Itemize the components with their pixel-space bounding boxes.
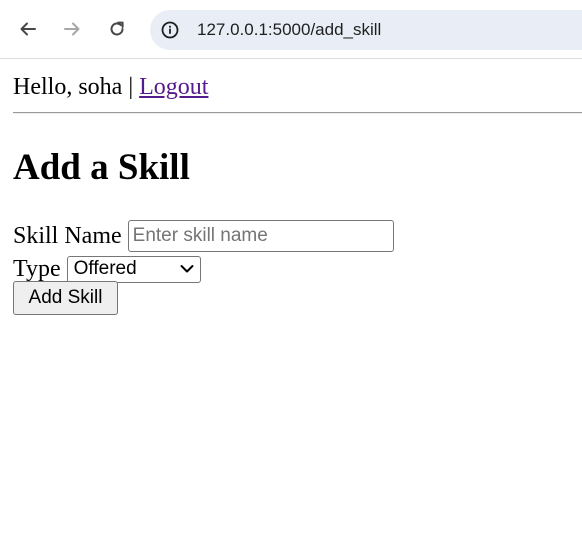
add-skill-button[interactable]: Add Skill	[13, 281, 118, 315]
chevron-down-icon	[180, 264, 194, 272]
greeting-text: Hello, soha	[13, 74, 123, 100]
type-select[interactable]: Offered	[66, 255, 201, 283]
divider	[13, 112, 582, 114]
page-title: Add a Skill	[13, 147, 190, 188]
logout-link[interactable]: Logout	[139, 74, 208, 100]
browser-toolbar: 127.0.0.1:5000/add_skill	[0, 0, 582, 59]
back-button[interactable]	[13, 14, 43, 44]
user-bar: Hello, soha | Logout	[13, 73, 208, 101]
forward-button[interactable]	[57, 14, 87, 44]
skill-name-label: Skill Name	[13, 223, 122, 249]
skill-name-row: Skill Name	[13, 220, 394, 252]
type-row: Type Offered	[13, 254, 201, 284]
page-content: Hello, soha | Logout Add a Skill Skill N…	[0, 60, 582, 547]
url-text[interactable]: 127.0.0.1:5000/add_skill	[197, 20, 381, 40]
reload-icon	[110, 21, 124, 36]
skill-name-input[interactable]	[127, 220, 394, 252]
address-bar[interactable]: 127.0.0.1:5000/add_skill	[150, 10, 582, 50]
type-label: Type	[13, 256, 61, 282]
info-circle-icon	[161, 21, 179, 39]
arrow-right-icon	[64, 22, 80, 36]
submit-row: Add Skill	[13, 281, 118, 315]
arrow-left-icon	[20, 22, 36, 36]
reload-button[interactable]	[102, 14, 132, 44]
separator: |	[128, 74, 134, 100]
site-info-button[interactable]	[159, 19, 181, 41]
type-select-value: Offered	[73, 258, 137, 279]
